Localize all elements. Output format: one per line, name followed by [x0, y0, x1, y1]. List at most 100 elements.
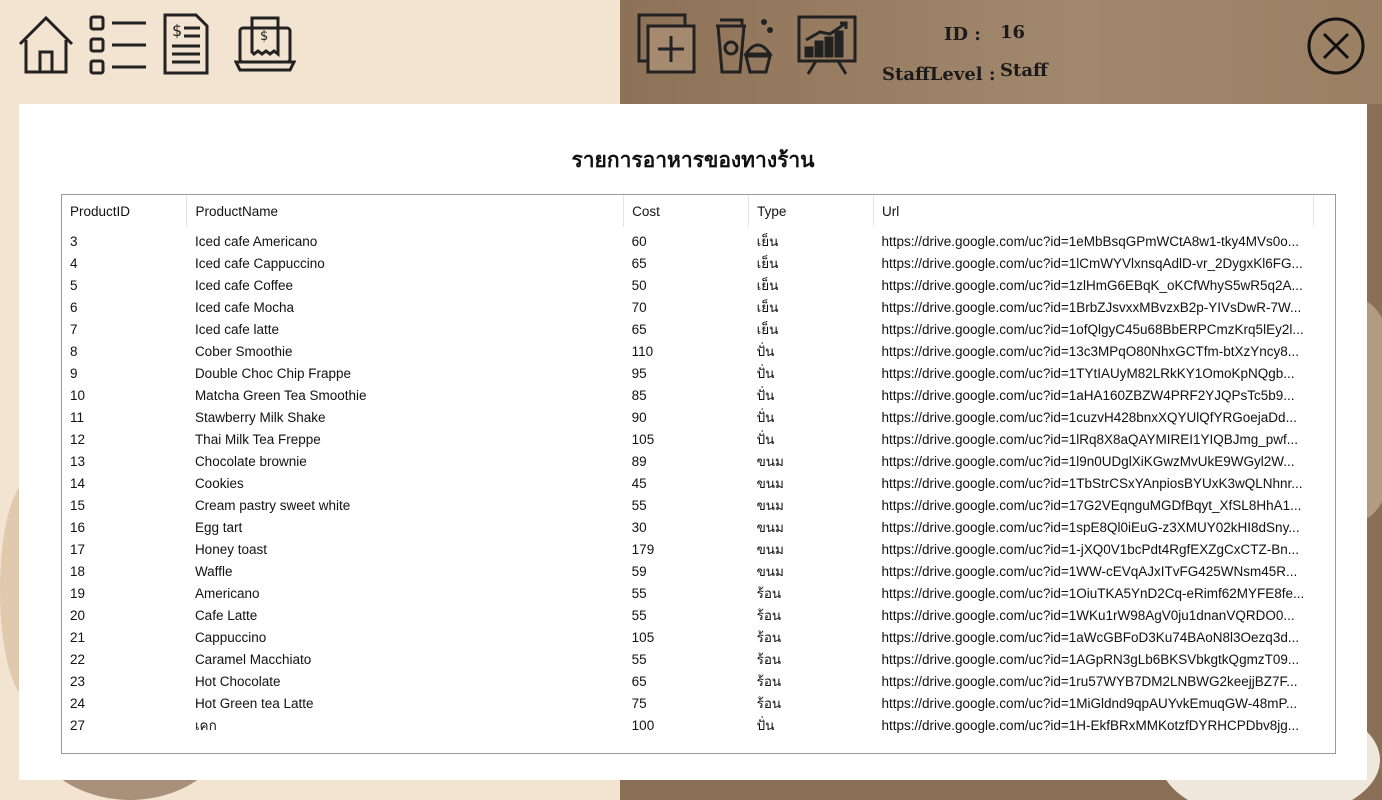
cell-productname[interactable]: Waffle — [187, 560, 624, 582]
cell-productname[interactable]: Cappuccino — [187, 626, 624, 648]
cell-cost[interactable]: 105 — [624, 626, 749, 648]
cell-productname[interactable]: Stawberry Milk Shake — [187, 406, 624, 428]
cell-productid[interactable]: 21 — [62, 626, 187, 648]
coffee-cupcake-icon[interactable] — [712, 14, 774, 76]
table-row[interactable]: 24 Hot Green tea Latte 75 ร้อน https://drive… — [62, 692, 1314, 714]
cell-productname[interactable]: Hot Chocolate — [187, 670, 624, 692]
cell-type[interactable]: เย็น — [749, 252, 874, 274]
cell-url[interactable]: https://drive.google.com/uc?id=1zlHmG6EB… — [873, 274, 1313, 296]
cell-type[interactable]: ร้อน — [749, 692, 874, 714]
cell-productname[interactable]: Double Choc Chip Frappe — [187, 362, 624, 384]
table-row[interactable]: 21 Cappuccino 105 ร้อน https://drive.google.… — [62, 626, 1314, 648]
table-row[interactable]: 8 Cober Smoothie 110 ปั่น https://drive.goog… — [62, 340, 1314, 362]
table-row[interactable]: 7 Iced cafe latte 65 เย็น https://drive.goog… — [62, 318, 1314, 340]
cell-productid[interactable]: 14 — [62, 472, 187, 494]
column-header-cost[interactable]: Cost — [623, 195, 750, 227]
cell-url[interactable]: https://drive.google.com/uc?id=1l9n0UDgl… — [873, 450, 1313, 472]
cell-url[interactable]: https://drive.google.com/uc?id=1AGpRN3gL… — [873, 648, 1313, 670]
cell-type[interactable]: ขนม — [749, 450, 874, 472]
cell-type[interactable]: ขนม — [749, 472, 874, 494]
cell-cost[interactable]: 179 — [624, 538, 749, 560]
cell-url[interactable]: https://drive.google.com/uc?id=1cuzvH428… — [873, 406, 1313, 428]
table-row[interactable]: 6 Iced cafe Mocha 70 เย็น https://drive.goog… — [62, 296, 1314, 318]
cell-cost[interactable]: 30 — [624, 516, 749, 538]
cell-cost[interactable]: 89 — [624, 450, 749, 472]
table-row[interactable]: 11 Stawberry Milk Shake 90 ปั่น https://driv… — [62, 406, 1314, 428]
cell-url[interactable]: https://drive.google.com/uc?id=1ru57WYB7… — [873, 670, 1313, 692]
cell-url[interactable]: https://drive.google.com/uc?id=1H-EkfBRx… — [873, 714, 1313, 736]
cell-type[interactable]: ปั่น — [749, 714, 874, 736]
cell-productname[interactable]: Cookies — [187, 472, 624, 494]
cell-productid[interactable]: 18 — [62, 560, 187, 582]
table-row[interactable]: 19 Americano 55 ร้อน https://drive.google.co… — [62, 582, 1314, 604]
cell-type[interactable]: เย็น — [749, 227, 874, 252]
cell-productname[interactable]: Iced cafe Americano — [187, 227, 624, 252]
cell-productid[interactable]: 10 — [62, 384, 187, 406]
cell-type[interactable]: ร้อน — [749, 626, 874, 648]
cell-cost[interactable]: 65 — [624, 252, 749, 274]
cell-type[interactable]: ขนม — [749, 516, 874, 538]
cell-productid[interactable]: 8 — [62, 340, 187, 362]
column-header-url[interactable]: Url — [873, 195, 1315, 227]
table-row[interactable]: 9 Double Choc Chip Frappe 95 ปั่น https://dr… — [62, 362, 1314, 384]
cell-productid[interactable]: 11 — [62, 406, 187, 428]
product-grid[interactable]: ProductID ProductName Cost Type Url 3 Ice… — [61, 194, 1336, 754]
cell-type[interactable]: ปั่น — [749, 362, 874, 384]
cell-productid[interactable]: 15 — [62, 494, 187, 516]
cell-productid[interactable]: 13 — [62, 450, 187, 472]
cell-url[interactable]: https://drive.google.com/uc?id=1eMbBsqGP… — [873, 227, 1313, 252]
cell-productname[interactable]: เคก — [187, 714, 624, 736]
column-header-productid[interactable]: ProductID — [62, 195, 188, 227]
cell-productname[interactable]: Chocolate brownie — [187, 450, 624, 472]
cell-cost[interactable]: 85 — [624, 384, 749, 406]
cell-url[interactable]: https://drive.google.com/uc?id=1ofQlgyC4… — [873, 318, 1313, 340]
cell-type[interactable]: ขนม — [749, 538, 874, 560]
table-row[interactable]: 13 Chocolate brownie 89 ขนม https://drive.go… — [62, 450, 1314, 472]
checklist-icon[interactable] — [88, 14, 148, 76]
table-row[interactable]: 16 Egg tart 30 ขนม https://drive.google.com/… — [62, 516, 1314, 538]
cell-url[interactable]: https://drive.google.com/uc?id=1lRq8X8aQ… — [873, 428, 1313, 450]
table-row[interactable]: 5 Iced cafe Coffee 50 เย็น https://drive.goo… — [62, 274, 1314, 296]
table-row[interactable]: 4 Iced cafe Cappuccino 65 เย็น https://drive… — [62, 252, 1314, 274]
cell-url[interactable]: https://drive.google.com/uc?id=1lCmWYVlx… — [873, 252, 1313, 274]
cell-type[interactable]: เย็น — [749, 274, 874, 296]
cell-url[interactable]: https://drive.google.com/uc?id=13c3MPqO8… — [873, 340, 1313, 362]
cell-cost[interactable]: 55 — [624, 582, 749, 604]
table-row[interactable]: 14 Cookies 45 ขนม https://drive.google.com/u… — [62, 472, 1314, 494]
cell-productname[interactable]: Cober Smoothie — [187, 340, 624, 362]
cell-productid[interactable]: 5 — [62, 274, 187, 296]
table-row[interactable]: 23 Hot Chocolate 65 ร้อน https://drive.googl… — [62, 670, 1314, 692]
cell-url[interactable]: https://drive.google.com/uc?id=1spE8Ql0i… — [873, 516, 1313, 538]
cell-cost[interactable]: 55 — [624, 494, 749, 516]
cell-url[interactable]: https://drive.google.com/uc?id=1BrbZJsvx… — [873, 296, 1313, 318]
cell-productname[interactable]: Iced cafe latte — [187, 318, 624, 340]
cell-type[interactable]: ร้อน — [749, 648, 874, 670]
cell-productname[interactable]: Hot Green tea Latte — [187, 692, 624, 714]
cell-url[interactable]: https://drive.google.com/uc?id=1TYtIAUyM… — [873, 362, 1313, 384]
cell-productid[interactable]: 27 — [62, 714, 187, 736]
cell-productname[interactable]: Matcha Green Tea Smoothie — [187, 384, 624, 406]
cell-productname[interactable]: Americano — [187, 582, 624, 604]
table-row[interactable]: 18 Waffle 59 ขนม https://drive.google.com/uc… — [62, 560, 1314, 582]
cell-type[interactable]: ปั่น — [749, 340, 874, 362]
cell-productname[interactable]: Iced cafe Coffee — [187, 274, 624, 296]
cell-url[interactable]: https://drive.google.com/uc?id=1-jXQ0V1b… — [873, 538, 1313, 560]
cell-type[interactable]: เย็น — [749, 318, 874, 340]
cell-productid[interactable]: 16 — [62, 516, 187, 538]
close-button[interactable] — [1306, 16, 1366, 76]
cell-cost[interactable]: 59 — [624, 560, 749, 582]
cell-productid[interactable]: 19 — [62, 582, 187, 604]
cell-productname[interactable]: Iced cafe Mocha — [187, 296, 624, 318]
cell-productname[interactable]: Thai Milk Tea Freppe — [187, 428, 624, 450]
table-row[interactable]: 12 Thai Milk Tea Freppe 105 ปั่น https://dri… — [62, 428, 1314, 450]
cell-url[interactable]: https://drive.google.com/uc?id=1OiuTKA5Y… — [873, 582, 1313, 604]
table-row[interactable]: 22 Caramel Macchiato 55 ร้อน https://drive.g… — [62, 648, 1314, 670]
cell-type[interactable]: ขนม — [749, 560, 874, 582]
cell-productid[interactable]: 23 — [62, 670, 187, 692]
cell-cost[interactable]: 45 — [624, 472, 749, 494]
cell-cost[interactable]: 95 — [624, 362, 749, 384]
cell-cost[interactable]: 110 — [624, 340, 749, 362]
cell-type[interactable]: ขนม — [749, 494, 874, 516]
table-row[interactable]: 27 เคก 100 ปั่น https://drive.google.com/uc?… — [62, 714, 1314, 736]
cell-productid[interactable]: 7 — [62, 318, 187, 340]
